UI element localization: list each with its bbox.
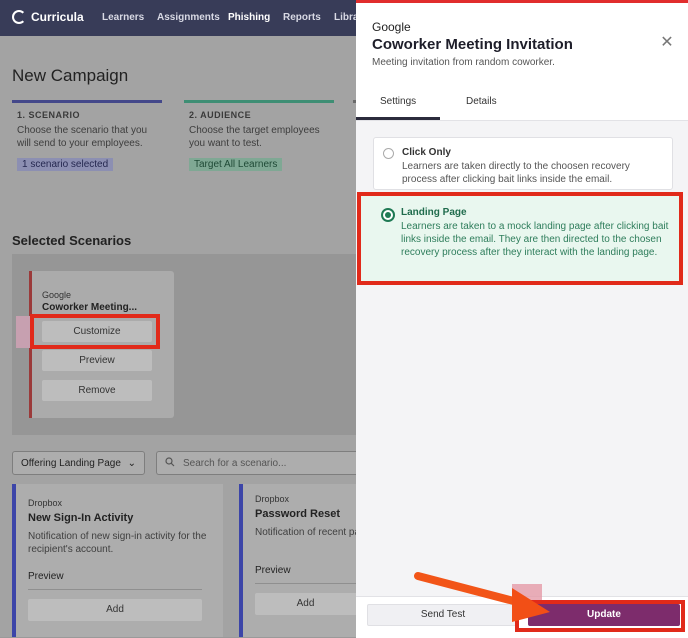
- nav-item-reports[interactable]: Reports: [283, 12, 321, 23]
- page-title: New Campaign: [12, 66, 129, 85]
- status-badge: Target All Learners: [189, 158, 283, 171]
- card-preview-link[interactable]: Preview: [255, 565, 291, 576]
- card-vendor: Dropbox: [28, 498, 63, 508]
- radio-icon[interactable]: [383, 148, 394, 159]
- card-description: Notification of new sign-in activity for…: [28, 531, 207, 555]
- preview-button[interactable]: Preview: [42, 350, 152, 371]
- card-name: Coworker Meeting...: [42, 302, 138, 313]
- option-description: Learners are taken directly to the choos…: [402, 161, 630, 185]
- nav-item-learners[interactable]: Learners: [102, 12, 144, 23]
- card-name: New Sign-In Activity: [28, 512, 134, 524]
- step-title: 2. AUDIENCE: [189, 110, 252, 120]
- step-description: Choose the scenario that you will send t…: [17, 125, 148, 149]
- customize-highlight-box: [30, 314, 160, 349]
- card-vendor: Google: [42, 290, 72, 300]
- brand-name: Curricula: [31, 10, 84, 24]
- tab-details[interactable]: Details: [466, 96, 497, 107]
- option-title: Click Only: [402, 147, 451, 158]
- filter-dropdown[interactable]: Offering Landing Page ⌄: [12, 451, 145, 475]
- search-icon: [165, 456, 175, 470]
- nav-item-assignments[interactable]: Assignments: [157, 12, 220, 23]
- arrow-annotation-icon: [414, 572, 550, 622]
- step-title: 1. SCENARIO: [17, 110, 81, 120]
- step-scenario[interactable]: 1. SCENARIO Choose the scenario that you…: [12, 100, 162, 178]
- close-icon[interactable]: ✕: [658, 34, 676, 52]
- nav-item-phishing[interactable]: Phishing: [228, 12, 270, 23]
- landing-page-highlight-box: [357, 192, 683, 285]
- card-description: Notification of recent pa: [255, 527, 356, 538]
- card-vendor: Dropbox: [255, 494, 290, 504]
- drawer-description: Meeting invitation from random coworker.: [372, 57, 555, 68]
- card-preview-link[interactable]: Preview: [28, 571, 64, 582]
- drawer-title: Coworker Meeting Invitation: [372, 36, 573, 53]
- curricula-logo-icon: [12, 10, 26, 24]
- nav-item-library[interactable]: Libra: [334, 12, 358, 23]
- divider: [28, 589, 202, 590]
- status-badge: 1 scenario selected: [17, 158, 114, 171]
- filter-label: Offering Landing Page: [21, 457, 121, 469]
- search-input[interactable]: Search for a scenario...: [156, 451, 356, 475]
- divider: [255, 583, 356, 584]
- brand-logo[interactable]: Curricula: [12, 10, 84, 24]
- selected-scenarios-title: Selected Scenarios: [12, 233, 132, 248]
- tab-settings[interactable]: Settings: [380, 96, 416, 107]
- active-tab-indicator: [356, 117, 440, 120]
- drawer-vendor: Google: [372, 20, 411, 34]
- chevron-down-icon: ⌄: [127, 457, 136, 469]
- remove-button[interactable]: Remove: [42, 380, 152, 401]
- search-placeholder: Search for a scenario...: [183, 457, 287, 469]
- option-click-only[interactable]: Click Only Learners are taken directly t…: [373, 137, 673, 190]
- card-name: Password Reset: [255, 508, 340, 520]
- step-audience[interactable]: 2. AUDIENCE Choose the target employees …: [184, 100, 334, 178]
- add-button[interactable]: Add: [28, 599, 202, 621]
- add-button[interactable]: Add: [255, 593, 356, 615]
- step-description: Choose the target employees you want to …: [189, 125, 320, 149]
